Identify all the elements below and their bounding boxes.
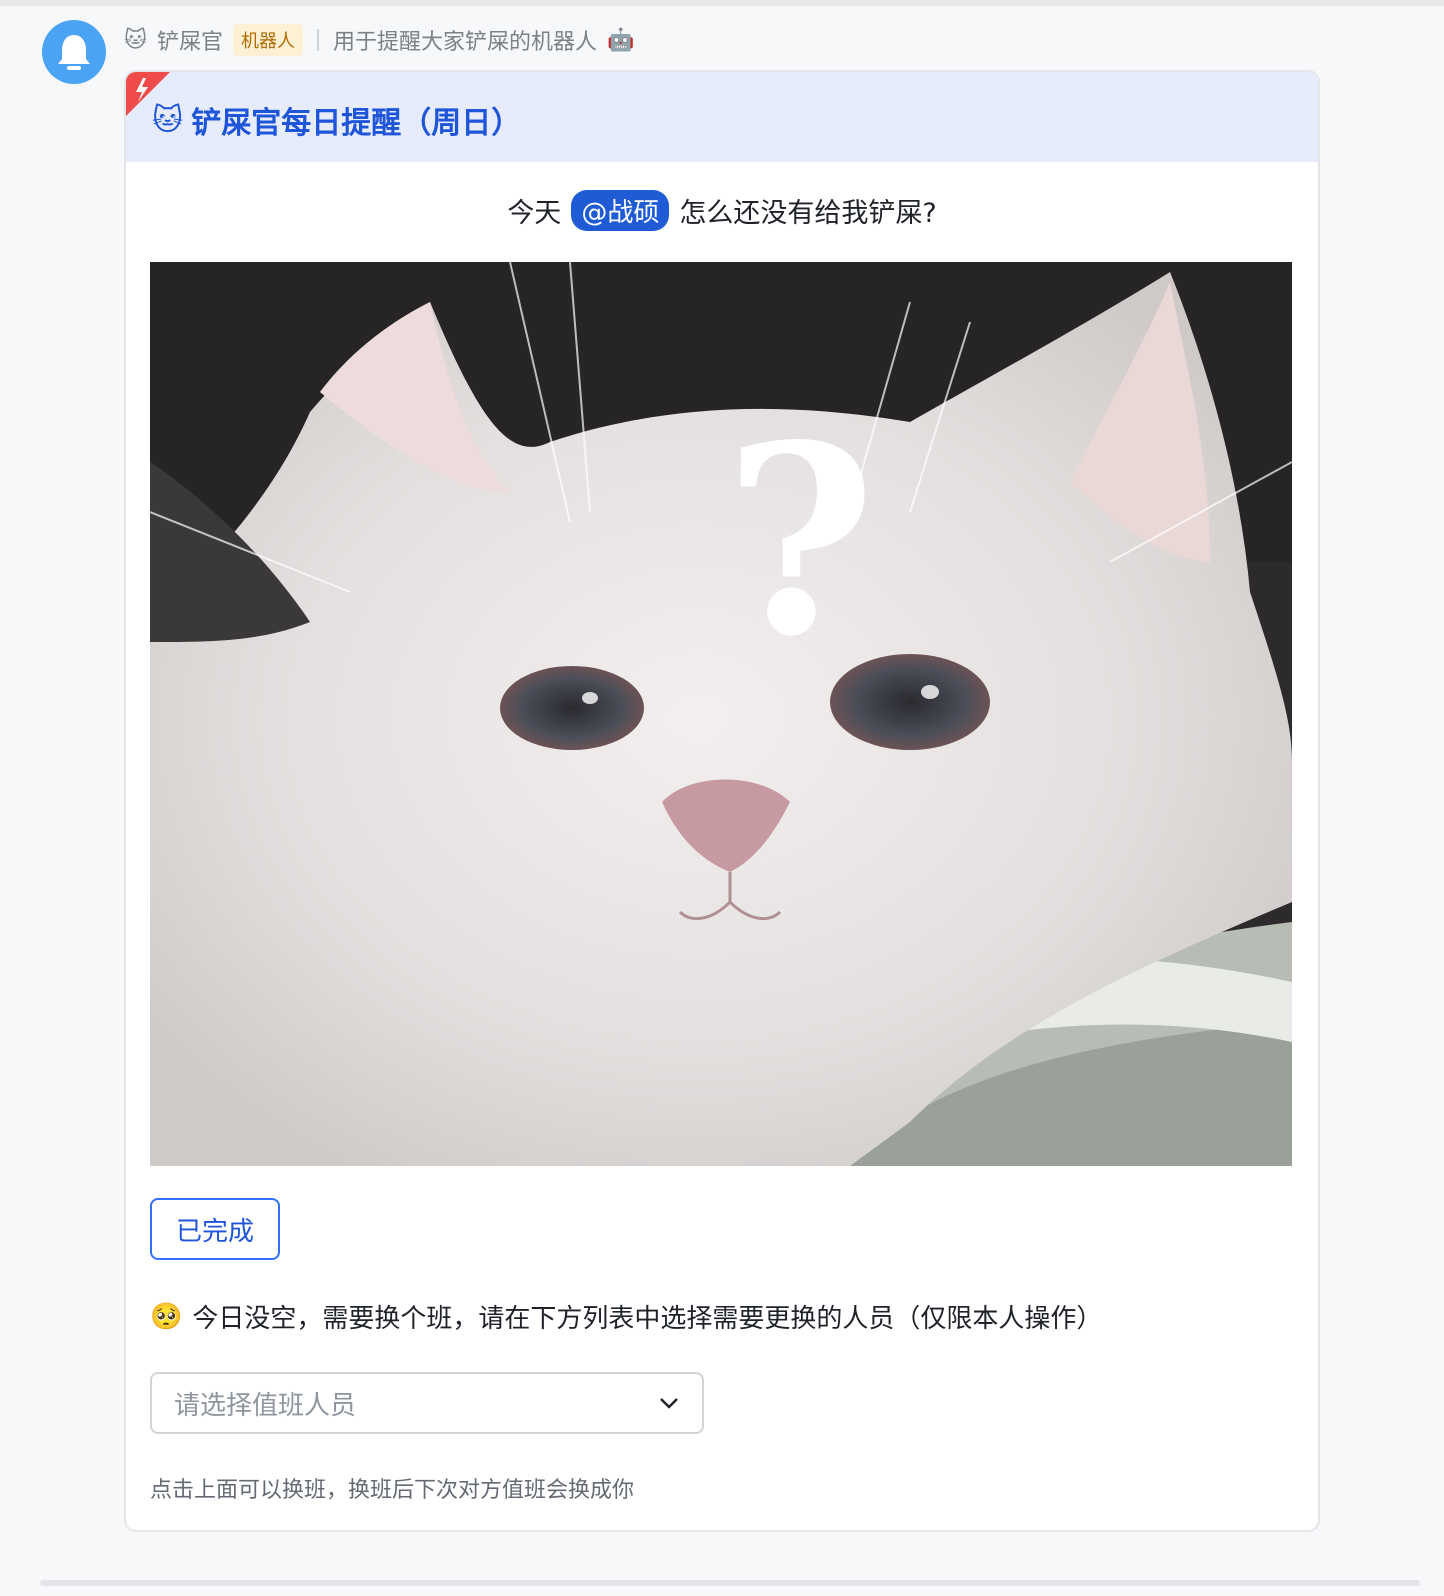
bot-description: 用于提醒大家铲屎的机器人 [332, 30, 597, 55]
card-title: 🐱 铲屎官每日提醒（周日） [152, 98, 521, 142]
header-divider [316, 29, 319, 51]
bot-avatar[interactable] [42, 20, 106, 84]
cat-photo[interactable]: ? [150, 262, 1292, 1166]
cat-photo-drawing: ? [150, 262, 1292, 1166]
swap-note: 🥺 今日没空，需要换个班，请在下方列表中选择需要更换的人员（仅限本人操作） [150, 1298, 1102, 1335]
question-mark: ? [724, 389, 876, 694]
reminder-suffix: 怎么还没有给我铲屎? [679, 198, 937, 229]
reminder-prefix: 今天 [507, 198, 562, 229]
bot-badge: 机器人 [232, 24, 303, 56]
message-card: 🐱 铲屎官每日提醒（周日） 今天 @战硕 怎么还没有给我铲屎? ? 已完成 🥺 … [124, 70, 1320, 1532]
pleading-face-icon: 🥺 [150, 1301, 183, 1332]
next-message-border [40, 1580, 1420, 1586]
reminder-text: 今天 @战硕 怎么还没有给我铲屎? [126, 190, 1318, 231]
message-header: 🐱 铲屎官 机器人 用于提醒大家铲屎的机器人 🤖 [124, 22, 634, 58]
done-button[interactable]: 已完成 [150, 1198, 280, 1260]
swap-hint: 点击上面可以换班，换班后下次对方值班会换成你 [150, 1478, 635, 1503]
bell-icon [58, 35, 90, 70]
cat-emoji-icon: 🐱 [124, 27, 147, 53]
chevron-down-icon [660, 1398, 678, 1409]
title-cat-emoji-icon: 🐱 [152, 102, 184, 138]
swap-note-text: 今日没空，需要换个班，请在下方列表中选择需要更换的人员（仅限本人操作） [192, 1304, 1103, 1334]
duty-person-select[interactable]: 请选择值班人员 [150, 1372, 704, 1434]
bot-name[interactable]: 铲屎官 [157, 24, 223, 56]
mention-user[interactable]: @战硕 [571, 190, 670, 231]
robot-emoji-icon: 🤖 [606, 27, 635, 53]
select-placeholder: 请选择值班人员 [174, 1390, 357, 1421]
card-title-text: 铲屎官每日提醒（周日） [191, 106, 522, 141]
